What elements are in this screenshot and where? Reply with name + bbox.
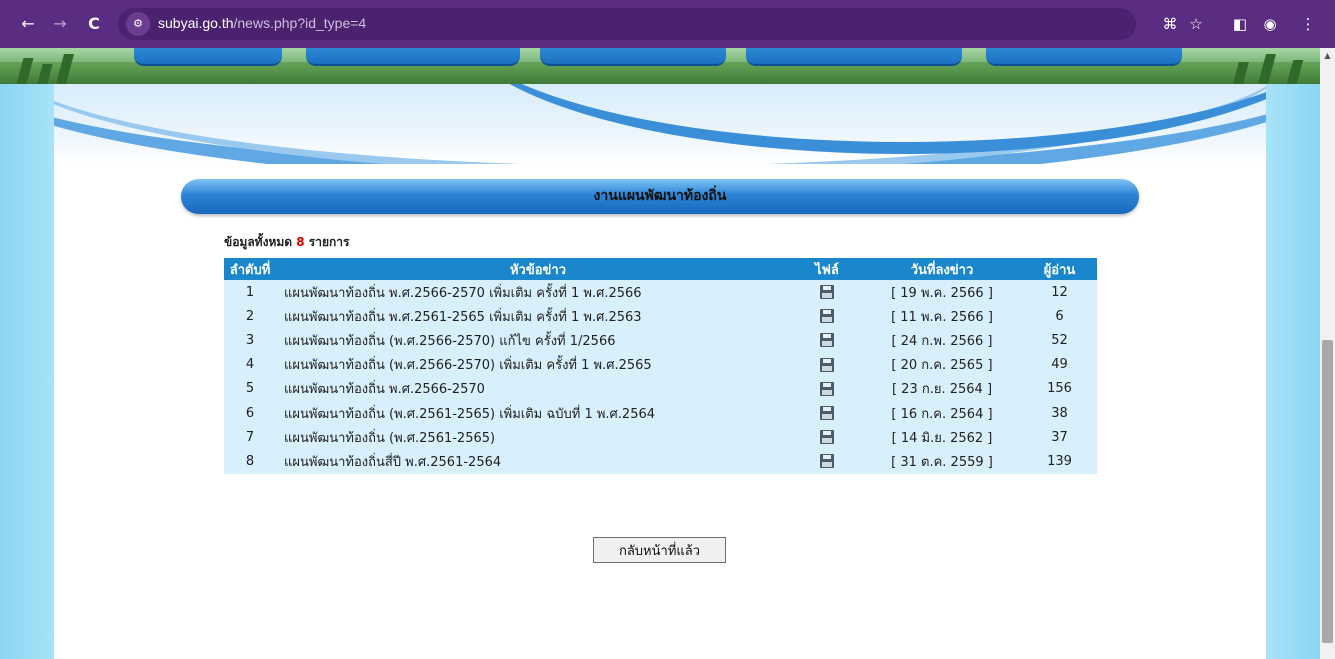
row-date: [ 11 พ.ค. 2566 ] [862,304,1022,329]
floppy-disk-icon[interactable] [820,454,834,469]
scroll-up-arrow-icon[interactable]: ▲ [1320,48,1335,63]
forward-arrow-icon[interactable]: → [48,12,72,36]
row-title-link[interactable]: แผนพัฒนาท้องถิ่นสี่ปี พ.ศ.2561-2564 [276,449,792,474]
translate-icon[interactable]: ⌘ [1158,12,1182,36]
menu-tab[interactable] [306,48,520,66]
table-row: 6 แผนพัฒนาท้องถิ่น (พ.ศ.2561-2565) เพิ่ม… [224,400,1097,426]
floppy-disk-icon[interactable] [820,381,834,396]
row-reads: 38 [1022,400,1097,426]
tune-icon[interactable]: ⚙ [126,12,150,36]
page-side-left [0,84,54,659]
row-no: 4 [224,352,276,377]
total-count: 8 [296,235,305,249]
back-button[interactable]: กลับหน้าที่แล้ว [593,537,726,563]
menu-tab[interactable] [986,48,1182,66]
floppy-disk-icon[interactable] [820,430,834,445]
row-no: 6 [224,400,276,426]
row-reads: 49 [1022,352,1097,377]
row-file-cell [792,280,862,305]
total-prefix: ข้อมูลทั้งหมด [224,235,293,249]
page-scrollbar[interactable]: ▲ [1320,48,1335,659]
url-path: /news.php?id_type=4 [233,15,367,31]
side-panel-icon[interactable]: ◧ [1228,12,1252,36]
grass-decor [1233,62,1249,84]
row-date: [ 19 พ.ค. 2566 ] [862,280,1022,305]
row-file-cell [792,352,862,377]
header-wave-decor [54,84,1266,164]
floppy-disk-icon[interactable] [820,406,834,421]
row-file-cell [792,328,862,353]
url-text[interactable]: subyai.go.th/news.php?id_type=4 [158,15,366,31]
back-arrow-icon[interactable]: ← [16,12,40,36]
floppy-disk-icon[interactable] [820,309,834,324]
row-reads: 52 [1022,328,1097,353]
table-header-row: ลำดับที่ หัวข้อข่าว ไฟล์ วันที่ลงข่าว ผู… [224,258,1097,280]
reload-icon[interactable]: C [82,12,106,36]
grass-decor [37,64,53,84]
row-no: 1 [224,280,276,305]
row-file-cell [792,304,862,329]
row-file-cell [792,376,862,401]
section-title-bar: งานแผนพัฒนาท้องถิ่น [181,179,1139,214]
url-host: subyai.go.th [158,15,234,31]
row-date: [ 24 ก.พ. 2566 ] [862,328,1022,353]
row-title-link[interactable]: แผนพัฒนาท้องถิ่น พ.ศ.2566-2570 เพิ่มเติม… [276,280,792,305]
row-date: [ 31 ต.ค. 2559 ] [862,449,1022,474]
row-title-link[interactable]: แผนพัฒนาท้องถิ่น (พ.ศ.2561-2565) [276,425,792,450]
site-banner [0,48,1320,84]
row-no: 3 [224,328,276,353]
header-date: วันที่ลงข่าว [862,258,1022,280]
row-title-link[interactable]: แผนพัฒนาท้องถิ่น พ.ศ.2561-2565 เพิ่มเติม… [276,304,792,329]
total-suffix: รายการ [308,235,350,249]
row-file-cell [792,425,862,450]
row-no: 7 [224,425,276,450]
row-reads: 6 [1022,304,1097,329]
row-date: [ 14 มิ.ย. 2562 ] [862,425,1022,450]
table-row: 3 แผนพัฒนาท้องถิ่น (พ.ศ.2566-2570) แก้ไข… [224,328,1097,353]
row-no: 5 [224,376,276,401]
total-count-text: ข้อมูลทั้งหมด 8 รายการ [224,233,349,252]
section-title: งานแผนพัฒนาท้องถิ่น [593,188,727,204]
row-reads: 12 [1022,280,1097,305]
menu-tab[interactable] [540,48,726,66]
row-no: 2 [224,304,276,329]
row-title-link[interactable]: แผนพัฒนาท้องถิ่น (พ.ศ.2566-2570) แก้ไข ค… [276,328,792,353]
header-no: ลำดับที่ [224,258,276,280]
row-title-link[interactable]: แผนพัฒนาท้องถิ่น (พ.ศ.2566-2570) เพิ่มเต… [276,352,792,377]
row-date: [ 16 ก.ค. 2564 ] [862,400,1022,426]
table-row: 8 แผนพัฒนาท้องถิ่นสี่ปี พ.ศ.2561-2564 [ … [224,449,1097,474]
row-date: [ 23 ก.ย. 2564 ] [862,376,1022,401]
menu-tab[interactable] [746,48,962,66]
table-row: 2 แผนพัฒนาท้องถิ่น พ.ศ.2561-2565 เพิ่มเต… [224,304,1097,329]
row-date: [ 20 ก.ค. 2565 ] [862,352,1022,377]
row-title-link[interactable]: แผนพัฒนาท้องถิ่น พ.ศ.2566-2570 [276,376,792,401]
floppy-disk-icon[interactable] [820,333,834,348]
page-side-right [1266,84,1320,659]
scrollbar-thumb[interactable] [1322,340,1333,643]
header-file: ไฟล์ [792,258,862,280]
table-row: 1 แผนพัฒนาท้องถิ่น พ.ศ.2566-2570 เพิ่มเต… [224,280,1097,305]
header-reads: ผู้อ่าน [1022,258,1097,280]
row-reads: 139 [1022,449,1097,474]
star-icon[interactable]: ☆ [1184,12,1208,36]
floppy-disk-icon[interactable] [820,285,834,300]
row-title-link[interactable]: แผนพัฒนาท้องถิ่น (พ.ศ.2561-2565) เพิ่มเต… [276,400,792,426]
menu-kebab-icon[interactable]: ⋮ [1296,12,1320,36]
row-file-cell [792,400,862,426]
row-no: 8 [224,449,276,474]
header-title: หัวข้อข่าว [276,258,792,280]
floppy-disk-icon[interactable] [820,357,834,372]
address-bar[interactable]: ⚙ subyai.go.th/news.php?id_type=4 [118,8,1136,40]
row-reads: 156 [1022,376,1097,401]
menu-tab[interactable] [134,48,282,66]
table-row: 5 แผนพัฒนาท้องถิ่น พ.ศ.2566-2570 [ 23 ก.… [224,376,1097,401]
grass-decor [1286,60,1304,84]
row-reads: 37 [1022,425,1097,450]
table-row: 4 แผนพัฒนาท้องถิ่น (พ.ศ.2566-2570) เพิ่ม… [224,352,1097,377]
browser-toolbar: ← → C ⚙ subyai.go.th/news.php?id_type=4 … [0,0,1335,48]
table-row: 7 แผนพัฒนาท้องถิ่น (พ.ศ.2561-2565) [ 14 … [224,425,1097,450]
news-table: ลำดับที่ หัวข้อข่าว ไฟล์ วันที่ลงข่าว ผู… [224,258,1097,474]
row-file-cell [792,449,862,474]
profile-icon[interactable]: ◉ [1258,12,1282,36]
